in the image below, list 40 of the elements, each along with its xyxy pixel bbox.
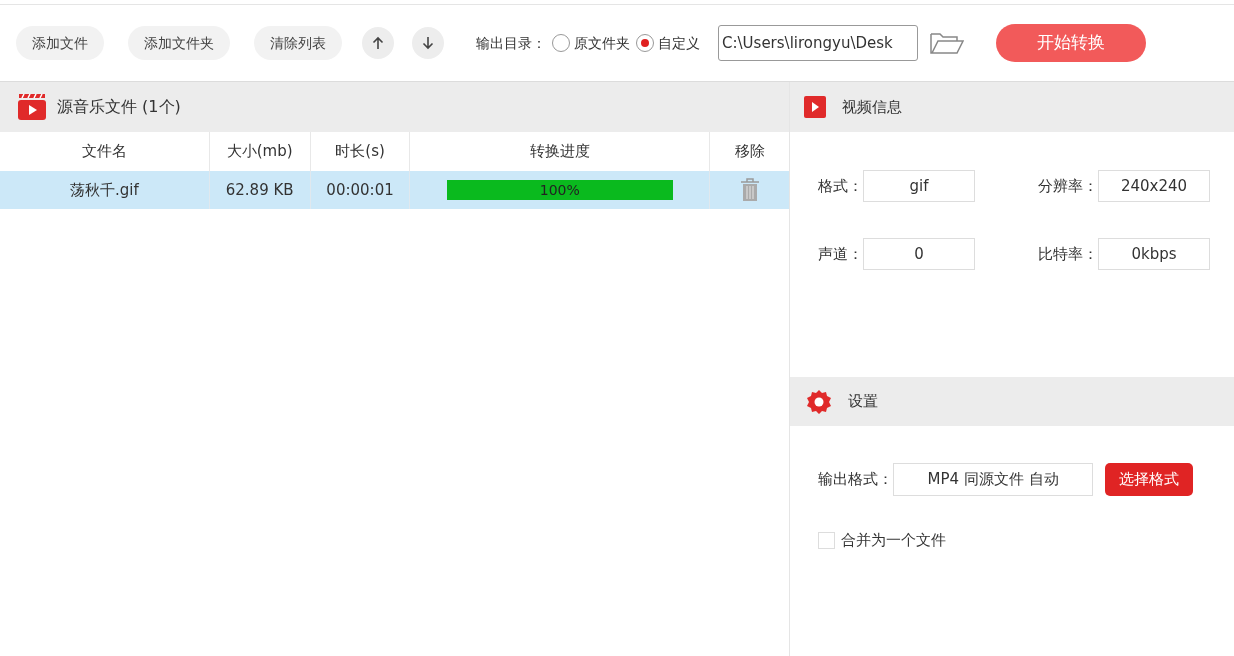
merge-checkbox-row[interactable]: 合并为一个文件 [790, 529, 1234, 552]
move-down-button[interactable] [412, 27, 444, 59]
output-path-field[interactable]: C:\Users\lirongyu\Desk [718, 25, 918, 61]
toolbar-button[interactable]: 添加文件 [16, 26, 104, 60]
info-field[interactable]: 240x240 [1098, 170, 1210, 202]
toolbar-button[interactable]: 清除列表 [254, 26, 342, 60]
table-cell: 荡秋千.gif [0, 171, 210, 209]
info-field[interactable]: 0kbps [1098, 238, 1210, 270]
field-label: 声道： [818, 243, 863, 265]
radio-option[interactable]: 原文件夹 [552, 32, 630, 54]
file-row[interactable]: 荡秋千.gif 62.89 KB 00:00:01 100% [0, 171, 789, 209]
move-up-button[interactable] [362, 27, 394, 59]
folder-icon[interactable] [930, 32, 964, 54]
output-format-field[interactable]: MP4 同源文件 自动 [893, 463, 1093, 496]
trash-icon[interactable] [739, 178, 760, 202]
field-label: 格式： [818, 175, 863, 197]
radio-button[interactable] [552, 34, 570, 52]
checkbox[interactable] [818, 531, 835, 549]
output-dir-label: 输出目录： [476, 33, 546, 53]
table-cell: 62.89 KB [209, 171, 311, 209]
panel-header: 设置 [790, 377, 1234, 426]
field-label: 分辨率： [1038, 175, 1098, 197]
info-field[interactable]: gif [863, 170, 975, 202]
toolbar-button[interactable]: 添加文件夹 [128, 26, 230, 60]
field-label: 比特率： [1038, 243, 1098, 265]
table-cell: 00:00:01 [310, 171, 411, 209]
field-label: 输出格式： [818, 469, 893, 491]
panel-header: 源音乐文件 (1个) [0, 82, 789, 132]
info-field[interactable]: 0 [863, 238, 975, 270]
progress-reading: 100% [538, 180, 581, 200]
play-icon [804, 96, 826, 118]
radio-button[interactable] [636, 34, 654, 52]
panel-header: 视频信息 [790, 82, 1234, 132]
gear-icon [806, 388, 832, 415]
video-clapper-icon [17, 93, 47, 121]
choose-format-button[interactable]: 选择格式 [1105, 463, 1193, 496]
radio-option[interactable]: 自定义 [636, 32, 700, 54]
arrow-up-icon [372, 36, 384, 50]
column-header: 移除 [733, 141, 766, 163]
arrow-down-icon [422, 36, 434, 50]
